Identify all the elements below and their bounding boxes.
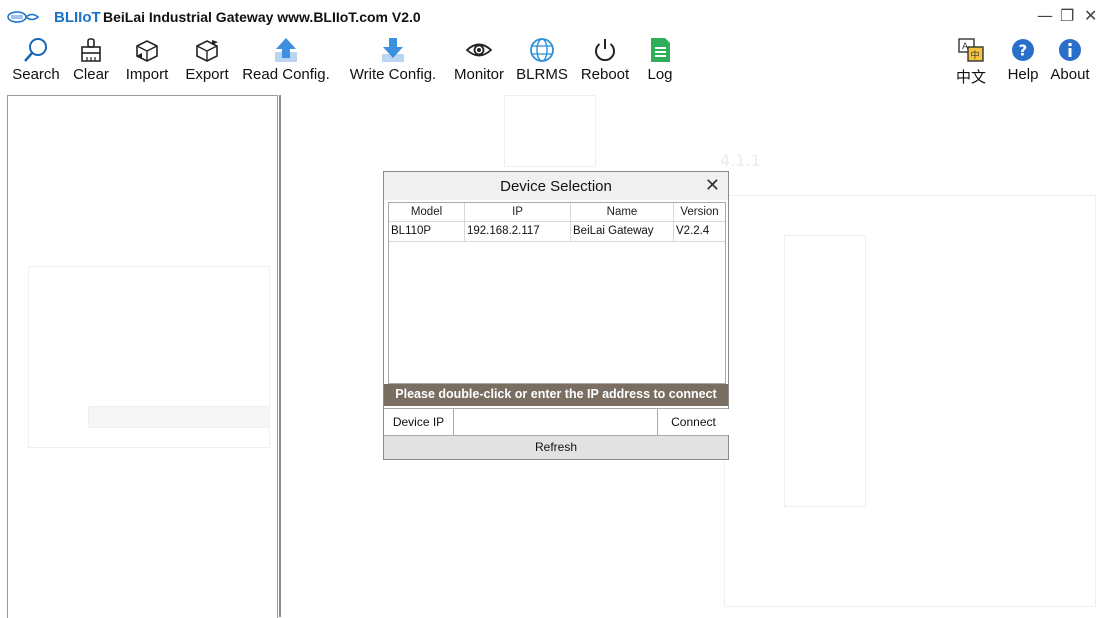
ghost-heading: 4.1.1 bbox=[720, 151, 761, 170]
dialog-title-bar: Device Selection ✕ bbox=[384, 172, 728, 200]
monitor-label: Monitor bbox=[453, 66, 505, 83]
search-button[interactable]: Search bbox=[10, 34, 62, 92]
broom-icon bbox=[81, 38, 101, 62]
help-label: Help bbox=[1007, 66, 1039, 83]
prompt-text: Please double-click or enter the IP addr… bbox=[395, 387, 717, 401]
download-arrow-icon bbox=[382, 38, 404, 62]
log-button[interactable]: Log bbox=[642, 34, 678, 92]
about-label: About bbox=[1050, 66, 1090, 83]
connect-button[interactable]: Connect bbox=[657, 409, 729, 435]
chinese-label: 中文 bbox=[955, 69, 986, 86]
read-config-button[interactable]: Read Config. bbox=[238, 34, 334, 92]
translate-icon: A 中 bbox=[958, 38, 984, 62]
device-ip-input[interactable] bbox=[454, 410, 656, 433]
import-label: Import bbox=[125, 66, 169, 83]
blrms-label: BLRMS bbox=[516, 66, 568, 83]
panel-splitter[interactable] bbox=[279, 95, 281, 617]
clear-button[interactable]: Clear bbox=[70, 34, 112, 92]
ghost-column bbox=[784, 235, 866, 507]
document-icon bbox=[651, 38, 670, 62]
cell-version: V2.2.4 bbox=[676, 225, 710, 237]
dialog-title: Device Selection bbox=[500, 178, 612, 195]
window-title: BeiLai Industrial Gateway www.BLIIoT.com… bbox=[103, 9, 421, 25]
svg-text:中: 中 bbox=[971, 49, 980, 61]
ghost-frame bbox=[724, 195, 1096, 607]
col-version-header[interactable]: Version bbox=[674, 203, 725, 221]
clear-label: Clear bbox=[73, 66, 109, 83]
help-icon: ? bbox=[1012, 39, 1034, 61]
device-list-panel bbox=[7, 95, 278, 618]
log-label: Log bbox=[647, 66, 673, 83]
col-name-header[interactable]: Name bbox=[571, 203, 674, 221]
upload-arrow-icon bbox=[275, 38, 297, 62]
reboot-label: Reboot bbox=[580, 66, 630, 83]
reboot-button[interactable]: Reboot bbox=[576, 34, 634, 92]
minimize-button[interactable]: — bbox=[1037, 6, 1053, 25]
export-box-icon bbox=[196, 40, 218, 62]
import-box-icon bbox=[136, 40, 158, 62]
read-config-label: Read Config. bbox=[242, 66, 330, 83]
svg-text:?: ? bbox=[1019, 42, 1028, 60]
ip-entry-row: Device IP Connect bbox=[384, 408, 729, 436]
cell-ip: 192.168.2.117 bbox=[465, 222, 571, 241]
eye-icon bbox=[465, 43, 493, 57]
title-brand: BLIIoT bbox=[54, 9, 101, 26]
table-row[interactable]: BL110P 192.168.2.117 BeiLai Gateway V2.2… bbox=[389, 222, 725, 242]
title-bar: BLIIoT BeiLai Industrial Gateway www.BLI… bbox=[0, 0, 1096, 34]
power-icon bbox=[595, 39, 615, 62]
export-label: Export bbox=[185, 66, 229, 83]
globe-icon bbox=[530, 38, 554, 62]
app-logo-icon bbox=[7, 11, 40, 23]
toolbar: Search Clear Import Export Read Config. … bbox=[0, 34, 1096, 94]
cell-name: BeiLai Gateway bbox=[571, 222, 674, 241]
close-window-button[interactable]: ✕ bbox=[1084, 6, 1096, 25]
table-header: Model IP Name Version bbox=[389, 203, 725, 222]
device-selection-dialog: Device Selection ✕ Model IP Name Version… bbox=[383, 171, 729, 460]
import-button[interactable]: Import bbox=[120, 34, 174, 92]
write-config-button[interactable]: Write Config. bbox=[340, 34, 446, 92]
search-label: Search bbox=[12, 66, 60, 83]
dialog-close-icon[interactable]: ✕ bbox=[705, 175, 720, 196]
monitor-button[interactable]: Monitor bbox=[448, 34, 510, 92]
col-model-header[interactable]: Model bbox=[389, 203, 465, 221]
export-button[interactable]: Export bbox=[180, 34, 234, 92]
col-ip-header[interactable]: IP bbox=[465, 203, 571, 221]
about-button[interactable]: About bbox=[1046, 34, 1094, 92]
write-config-label: Write Config. bbox=[349, 66, 437, 83]
info-icon bbox=[1059, 39, 1081, 61]
help-button[interactable]: ? Help bbox=[1003, 34, 1043, 92]
ghost-bar bbox=[88, 406, 270, 428]
cell-model: BL110P bbox=[389, 222, 465, 241]
refresh-button[interactable]: Refresh bbox=[384, 436, 728, 459]
maximize-button[interactable]: ❐ bbox=[1060, 6, 1074, 25]
search-icon bbox=[24, 38, 47, 62]
chinese-language-button[interactable]: A 中 中文 bbox=[953, 34, 989, 92]
prompt-bar: Please double-click or enter the IP addr… bbox=[384, 384, 728, 406]
device-table: Model IP Name Version BL110P 192.168.2.1… bbox=[388, 202, 726, 384]
device-ip-label: Device IP bbox=[384, 409, 454, 435]
blrms-button[interactable]: BLRMS bbox=[514, 34, 570, 92]
ghost-block bbox=[504, 95, 596, 167]
